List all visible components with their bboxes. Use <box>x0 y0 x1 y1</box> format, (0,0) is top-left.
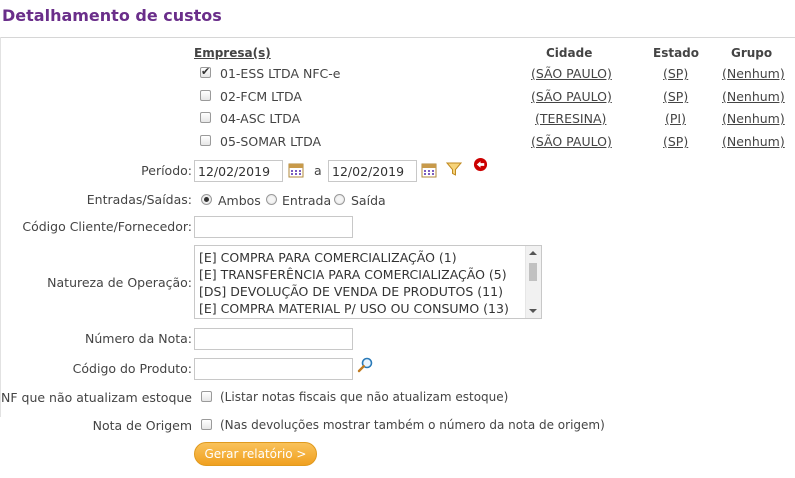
scroll-thumb[interactable] <box>529 263 537 281</box>
left-border <box>0 37 1 417</box>
grupo-link[interactable]: (Nenhum) <box>722 66 785 81</box>
codigo-cliente-input[interactable] <box>194 216 353 238</box>
company-checkbox[interactable] <box>200 90 211 101</box>
grupo-link[interactable]: (Nenhum) <box>722 111 785 126</box>
scroll-down-icon[interactable] <box>529 309 537 313</box>
natureza-scrollbar[interactable] <box>525 246 541 318</box>
codigo-produto-label: Código do Produto: <box>72 361 192 376</box>
scroll-up-icon[interactable] <box>529 251 537 255</box>
numero-nota-input[interactable] <box>194 328 353 350</box>
codigo-produto-input[interactable] <box>194 358 353 380</box>
company-row: 01-ESS LTDA NFC-e (SÃO PAULO) (SP) (Nenh… <box>198 65 788 86</box>
company-name: 02-FCM LTDA <box>220 89 302 104</box>
calendar-icon[interactable] <box>421 162 437 178</box>
nf-estoque-label: NF que não atualizam estoque <box>1 390 192 405</box>
grupo-link[interactable]: (Nenhum) <box>722 89 785 104</box>
company-row: 05-SOMAR LTDA (SÃO PAULO) (SP) (Nenhum) <box>198 134 788 154</box>
search-icon[interactable] <box>357 357 373 373</box>
page-title: Detalhamento de custos <box>2 6 222 25</box>
estado-link[interactable]: (SP) <box>663 89 688 104</box>
periodo-separator: a <box>314 163 322 178</box>
natureza-option[interactable]: [DS] DEVOLUÇÃO DE VENDA DE PRODUTOS (11) <box>199 284 503 299</box>
radio-saida-label: Saída <box>351 193 386 208</box>
company-row: 04-ASC LTDA (TERESINA) (PI) (Nenhum) <box>198 111 788 131</box>
calendar-icon[interactable] <box>288 162 304 178</box>
natureza-label: Natureza de Operação: <box>47 275 192 290</box>
radio-entrada-label: Entrada <box>282 193 332 208</box>
nota-origem-checkbox[interactable] <box>201 419 212 430</box>
filter-icon[interactable] <box>446 161 462 177</box>
radio-ambos-label: Ambos <box>218 193 261 208</box>
radio-ambos[interactable] <box>201 194 212 205</box>
codigo-cliente-label: Código Cliente/Fornecedor: <box>22 219 192 234</box>
company-checkbox[interactable] <box>200 65 211 78</box>
company-name: 05-SOMAR LTDA <box>220 134 322 149</box>
estado-link[interactable]: (PI) <box>665 111 686 126</box>
entradas-label: Entradas/Saídas: <box>86 192 192 207</box>
periodo-label: Período: <box>141 163 192 178</box>
company-checkbox[interactable] <box>200 135 211 146</box>
numero-nota-label: Número da Nota: <box>85 331 192 346</box>
cidade-link[interactable]: (TERESINA) <box>535 111 606 126</box>
column-header-grupo: Grupo <box>731 46 773 60</box>
cidade-link[interactable]: (SÃO PAULO) <box>531 66 612 81</box>
radio-entrada[interactable] <box>266 194 277 205</box>
cidade-link[interactable]: (SÃO PAULO) <box>531 89 612 104</box>
remove-icon[interactable] <box>473 157 488 172</box>
column-header-empresa: Empresa(s) <box>194 46 271 60</box>
natureza-option[interactable]: [E] TRANSFERÊNCIA PARA COMERCIALIZAÇÃO (… <box>199 267 507 282</box>
cidade-link[interactable]: (SÃO PAULO) <box>531 134 612 149</box>
periodo-end-input[interactable] <box>328 160 417 182</box>
nota-origem-note: (Nas devoluções mostrar também o número … <box>220 418 605 432</box>
estado-link[interactable]: (SP) <box>663 134 688 149</box>
grupo-link[interactable]: (Nenhum) <box>722 134 785 149</box>
natureza-listbox[interactable]: [E] COMPRA PARA COMERCIALIZAÇÃO (1) [E] … <box>194 245 542 319</box>
nota-origem-label: Nota de Origem <box>92 418 192 433</box>
radio-saida[interactable] <box>334 194 345 205</box>
column-header-estado: Estado <box>653 46 700 60</box>
natureza-option[interactable]: [E] COMPRA PARA COMERCIALIZAÇÃO (1) <box>199 250 457 265</box>
gerar-relatorio-button[interactable]: Gerar relatório > <box>194 442 317 466</box>
nf-estoque-note: (Listar notas fiscais que não atualizam … <box>220 390 509 404</box>
estado-link[interactable]: (SP) <box>663 66 688 81</box>
company-row: 02-FCM LTDA (SÃO PAULO) (SP) (Nenhum) <box>198 89 788 109</box>
company-name: 04-ASC LTDA <box>220 111 301 126</box>
company-checkbox[interactable] <box>200 112 211 123</box>
page-header: Detalhamento de custos <box>0 0 795 38</box>
company-name: 01-ESS LTDA NFC-e <box>220 66 341 81</box>
natureza-option[interactable]: [E] COMPRA MATERIAL P/ USO OU CONSUMO (1… <box>199 301 509 316</box>
periodo-start-input[interactable] <box>194 160 283 182</box>
nf-estoque-checkbox[interactable] <box>201 391 212 402</box>
column-header-cidade: Cidade <box>546 46 593 60</box>
